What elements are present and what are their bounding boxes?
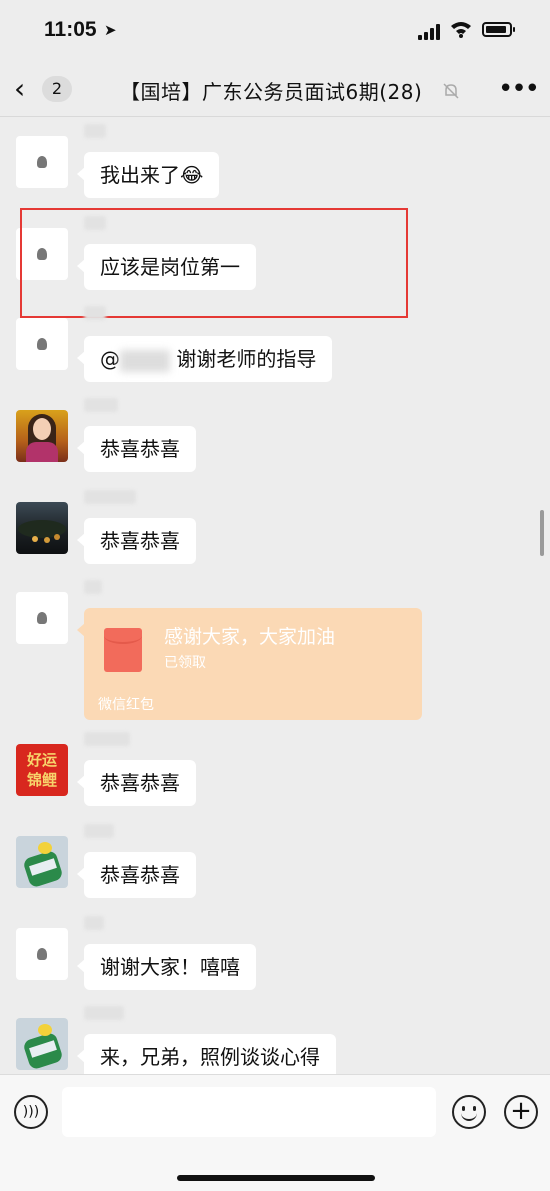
status-time: 11:05: [44, 18, 97, 41]
message-bubble[interactable]: 谢谢大家！嘻嘻: [77, 944, 256, 990]
avatar[interactable]: [16, 592, 68, 644]
message-bubble[interactable]: 恭喜恭喜: [77, 518, 196, 564]
sender-name-blurred: [84, 490, 136, 504]
red-envelope-icon: [104, 628, 142, 672]
sender-name-blurred: [84, 306, 106, 320]
message-bubble[interactable]: 恭喜恭喜: [77, 852, 196, 898]
highlight-box: [20, 208, 408, 318]
message-bubble[interactable]: @ 谢谢老师的指导: [76, 336, 333, 382]
red-packet-status: 已领取: [164, 655, 206, 671]
scrollbar[interactable]: [540, 510, 544, 556]
avatar[interactable]: [16, 1018, 68, 1070]
avatar[interactable]: [16, 318, 68, 370]
red-packet-footer: 微信红包: [98, 697, 154, 713]
emoji-icon[interactable]: [452, 1095, 486, 1129]
home-indicator: [177, 1175, 375, 1181]
message-bubble[interactable]: 恭喜恭喜: [77, 760, 196, 806]
status-bar: 11:05 ➤: [0, 0, 550, 64]
input-bar: ))) +: [0, 1074, 550, 1191]
cellular-signal-icon: [418, 24, 440, 40]
avatar[interactable]: [16, 928, 68, 980]
avatar[interactable]: [16, 836, 68, 888]
mention-prefix: @: [100, 347, 120, 371]
back-chevron-icon[interactable]: ‹: [14, 74, 38, 104]
avatar[interactable]: 好运锦鲤: [16, 744, 68, 796]
message-input[interactable]: [62, 1087, 436, 1137]
avatar[interactable]: [16, 410, 68, 462]
blurred-mention: [120, 349, 170, 372]
mute-bell-icon: [443, 83, 459, 99]
chat-header: ‹ 2 【国培】广东公务员面试6期(28) •••: [0, 64, 550, 117]
chat-title: 【国培】广东公务员面试6期(28): [120, 80, 423, 104]
message-text: 谢谢老师的指导: [176, 347, 317, 371]
sender-name-blurred: [84, 124, 106, 138]
unread-count-badge[interactable]: 2: [42, 76, 72, 102]
more-options-icon[interactable]: •••: [498, 74, 540, 104]
plus-icon[interactable]: +: [504, 1095, 538, 1129]
sender-name-blurred: [84, 398, 118, 412]
avatar[interactable]: [16, 502, 68, 554]
sender-name-blurred: [84, 580, 102, 594]
red-packet-title: 感谢大家，大家加油: [164, 626, 336, 648]
message-bubble[interactable]: 恭喜恭喜: [77, 426, 196, 472]
battery-icon: [482, 22, 515, 37]
red-packet-card[interactable]: 感谢大家，大家加油 已领取 微信红包: [77, 608, 422, 720]
location-arrow-icon: ➤: [104, 21, 117, 39]
message-bubble[interactable]: 我出来了😂: [76, 152, 220, 198]
avatar[interactable]: [16, 136, 68, 188]
sender-name-blurred: [84, 916, 104, 930]
sender-name-blurred: [84, 732, 130, 746]
sender-name-blurred: [84, 824, 114, 838]
sender-name-blurred: [84, 1006, 124, 1020]
voice-input-icon[interactable]: ))): [14, 1095, 48, 1129]
wifi-icon: [451, 22, 471, 38]
